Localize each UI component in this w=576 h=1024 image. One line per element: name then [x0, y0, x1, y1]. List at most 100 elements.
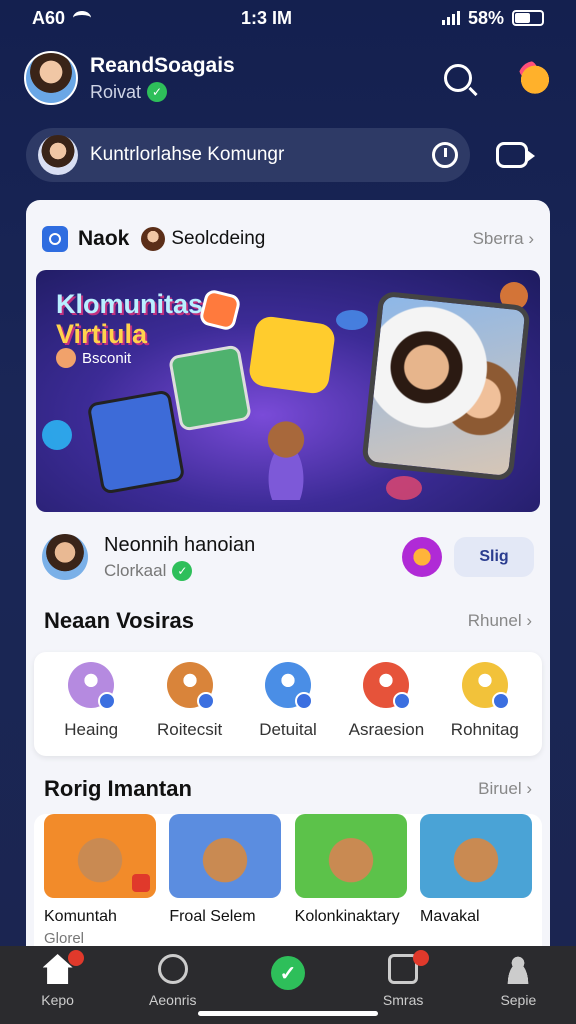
game-tile-illustration	[167, 344, 253, 432]
decor-orb	[42, 420, 72, 450]
profile-name: ReandSoagais	[90, 53, 235, 77]
game-thumbnail	[294, 814, 407, 898]
nav-explore[interactable]: Aeonris	[123, 954, 223, 1008]
game-tile-illustration	[86, 389, 186, 495]
battery-icon	[511, 10, 544, 26]
banner-subtitle-label: Bsconit	[82, 349, 132, 367]
battery-fill	[514, 13, 531, 23]
carrier-text: A60	[32, 7, 66, 28]
decor-orb	[386, 476, 422, 500]
nav-profile[interactable]: Sepie	[468, 954, 568, 1008]
nav-chat[interactable]: Smras	[353, 950, 453, 1008]
creator-avatar-icon	[42, 534, 88, 580]
game-title: Froal Selem	[169, 908, 256, 925]
main-card: Naok Seolcdeing Sberra › Klomunitas Virt…	[26, 200, 550, 960]
game-tile-illustration	[247, 314, 337, 396]
category-item[interactable]: Heaing	[42, 662, 140, 756]
recent-section-title: Neaan Vosiras	[44, 608, 195, 633]
home-indicator	[198, 1011, 378, 1016]
banner-avatar-icon	[56, 348, 76, 368]
avatar-icon[interactable]	[24, 51, 78, 105]
category-item[interactable]: Asraesion	[337, 662, 435, 756]
category-item[interactable]: Detuital	[239, 662, 337, 756]
history-icon[interactable]	[432, 142, 458, 168]
recent-section-header: Neaan Vosiras Rhunel ›	[26, 596, 550, 646]
nav-label: Aeonris	[149, 992, 197, 1008]
game-card[interactable]: Komuntah Glorel	[44, 814, 156, 960]
game-card[interactable]: Froal Selem	[169, 814, 282, 960]
search-icon[interactable]	[444, 64, 472, 92]
game-thumbnail	[419, 814, 532, 898]
trending-section-title: Rorig Imantan	[44, 776, 192, 801]
status-bar: A60 1:3 IM 58%	[0, 0, 576, 36]
notification-badge	[413, 950, 430, 966]
music-icon[interactable]	[402, 537, 442, 577]
game-badge-icon	[132, 874, 150, 892]
signal-icon	[441, 11, 460, 25]
game-tile-illustration	[198, 288, 242, 332]
creator-name: Neonnih hanoian	[104, 533, 256, 556]
search-input[interactable]: Kuntrlorlahse Komungr	[90, 144, 432, 166]
profile-header: ReandSoagais Roivat ✓	[24, 48, 552, 108]
category-icon	[68, 662, 117, 710]
trending-see-all-link[interactable]: Biruel ›	[478, 779, 532, 799]
nav-label: Sepie	[500, 992, 537, 1008]
banner-subtitle: Bsconit	[56, 348, 131, 368]
game-list: Komuntah Glorel Froal Selem Kolonkinakta…	[34, 814, 542, 960]
category-list: Heaing Roitecsit Detuital Asraesion Rohn…	[34, 652, 542, 756]
clock-time: 1:3 IM	[240, 7, 292, 28]
category-icon	[363, 662, 412, 710]
creator-row[interactable]: Neonnih hanoian Clorkaal ✓ Slig	[26, 518, 550, 596]
profile-status-label: Roivat	[90, 81, 142, 102]
recent-link-label: Rhunel	[467, 611, 522, 630]
search-bar[interactable]: Kuntrlorlahse Komungr	[26, 128, 470, 182]
creator-meta: Clorkaal ✓	[104, 560, 255, 581]
profile-status: Roivat ✓	[90, 82, 235, 103]
check-icon: ✓	[270, 956, 305, 990]
profile-icon	[503, 954, 534, 984]
category-icon	[461, 662, 510, 710]
join-button[interactable]: Slig	[454, 537, 534, 577]
game-title: Mavakal	[419, 908, 480, 925]
category-label: Rohnitag	[450, 720, 519, 739]
profile-text: ReandSoagais Roivat ✓	[90, 54, 235, 103]
category-label: Heaing	[64, 720, 119, 739]
category-label: Roitecsit	[157, 720, 223, 739]
game-title: Kolonkinaktary	[294, 908, 400, 925]
creator-text: Neonnih hanoian Clorkaal ✓	[104, 534, 255, 581]
nav-check[interactable]: ✓	[238, 954, 338, 990]
status-right: 58%	[441, 7, 544, 29]
explore-icon	[157, 954, 188, 984]
category-label: Asraesion	[348, 720, 425, 739]
video-call-tablet-illustration	[361, 290, 531, 482]
card-header: Naok Seolcdeing Sberra ›	[26, 200, 550, 260]
search-avatar-icon	[38, 135, 78, 175]
nav-home[interactable]: Kepo	[8, 950, 108, 1008]
verified-icon: ✓	[147, 82, 168, 102]
decor-orb	[336, 310, 368, 330]
game-thumbnail	[169, 814, 282, 898]
battery-percent: 58%	[467, 7, 504, 28]
creator-meta-label: Clorkaal	[104, 560, 167, 580]
camera-icon[interactable]	[496, 142, 535, 168]
status-left: A60	[32, 7, 92, 29]
nav-label: Smras	[382, 992, 424, 1008]
card-title: Naok	[78, 227, 130, 250]
category-icon	[166, 662, 215, 710]
category-item[interactable]: Rohnitag	[436, 662, 534, 756]
bottom-nav: Kepo Aeonris ✓ Smras Sepie	[0, 946, 576, 1024]
notification-badge	[67, 950, 84, 966]
category-item[interactable]: Roitecsit	[140, 662, 238, 756]
recent-see-all-link[interactable]: Rhunel ›	[468, 611, 532, 631]
card-see-all-link[interactable]: Sberra ›	[473, 229, 534, 249]
notification-icon[interactable]	[518, 61, 552, 95]
game-meta: Glorel	[44, 930, 85, 947]
card-link-label: Sberra	[472, 229, 524, 248]
trending-link-label: Biruel	[478, 779, 522, 798]
featured-banner[interactable]: Klomunitas Virtiula Bsconit	[36, 270, 540, 512]
card-subtitle: Seolcdeing	[171, 228, 266, 249]
game-card[interactable]: Kolonkinaktary	[294, 814, 407, 960]
banner-title: Klomunitas Virtiula	[56, 289, 203, 349]
game-card[interactable]: Mavakal	[419, 814, 532, 960]
card-avatar-icon	[141, 227, 166, 251]
